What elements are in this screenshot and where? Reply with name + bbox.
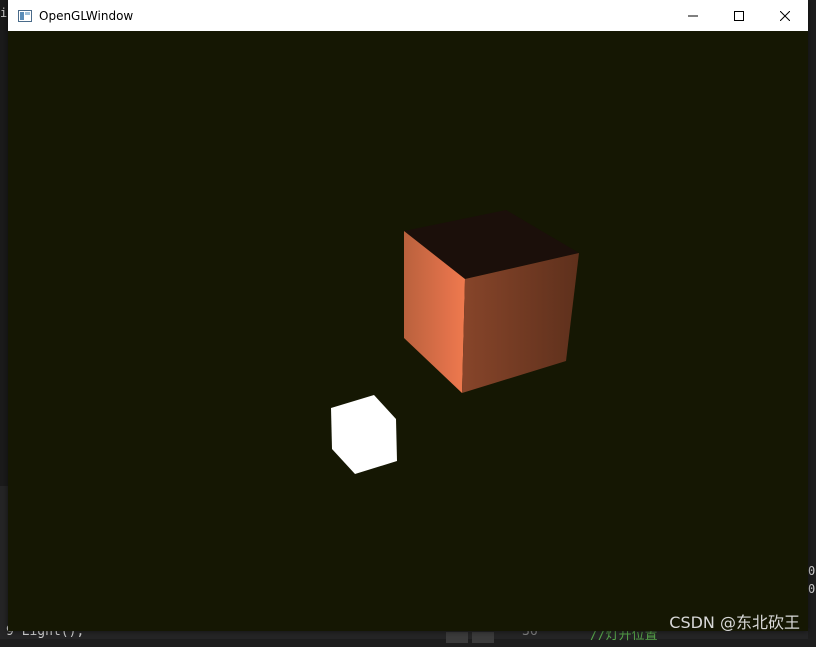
title-bar[interactable]: OpenGLWindow (8, 0, 808, 31)
ide-left-char: i (0, 6, 8, 20)
ide-right-chars: 0, 0, (808, 564, 816, 596)
window-controls (670, 0, 808, 31)
window-title: OpenGLWindow (39, 8, 134, 23)
lit-cube (404, 210, 579, 393)
scene-canvas (331, 210, 579, 474)
light-source-cube (331, 395, 397, 474)
ide-left-strip (0, 0, 8, 486)
maximize-icon (734, 10, 744, 21)
light-cube-shape (331, 395, 397, 474)
csdn-watermark: CSDN @东北砍王 (669, 613, 800, 632)
minimize-icon (688, 15, 698, 16)
opengl-window: OpenGLWindow (8, 0, 808, 631)
maximize-button[interactable] (716, 0, 762, 31)
close-icon (780, 10, 790, 21)
app-window-icon (17, 9, 33, 23)
minimize-button[interactable] (670, 0, 716, 31)
close-button[interactable] (762, 0, 808, 31)
gl-viewport[interactable] (8, 31, 808, 631)
